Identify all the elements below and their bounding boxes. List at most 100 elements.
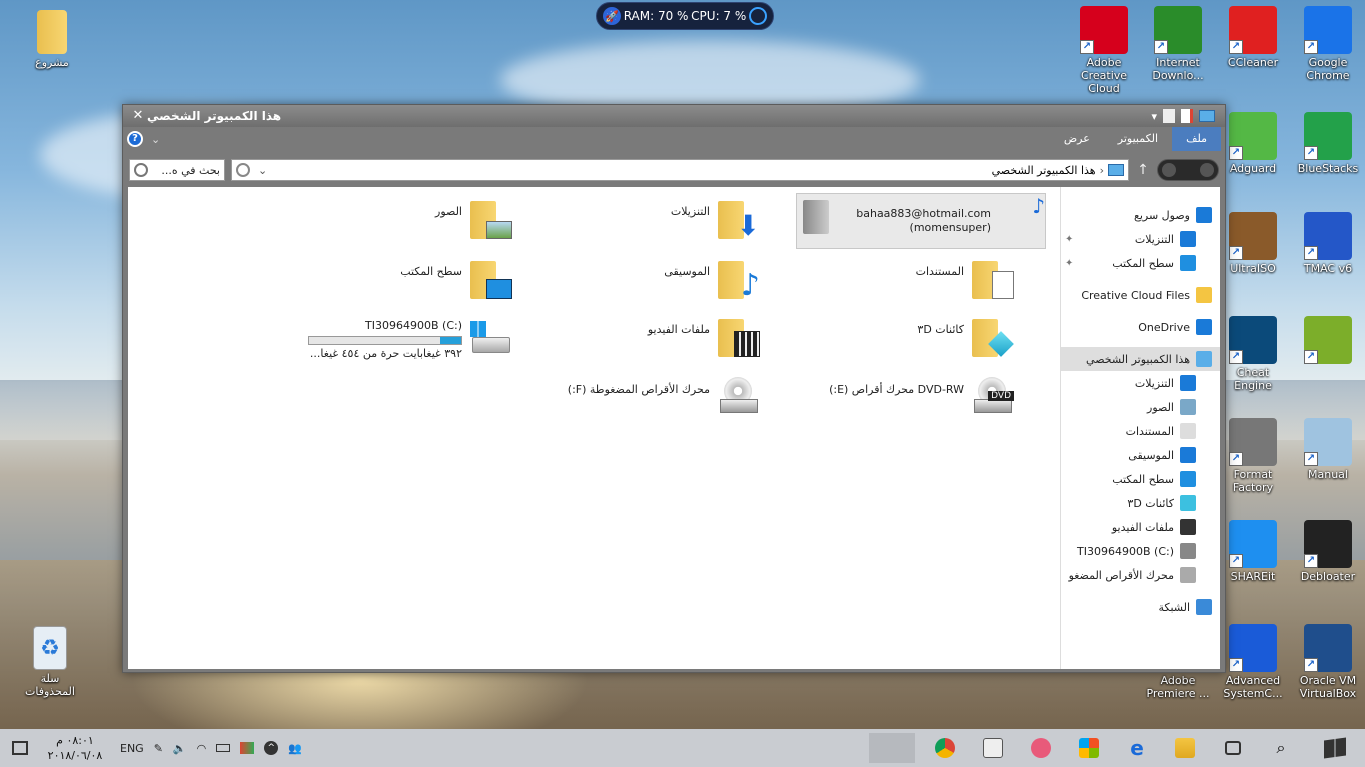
- desktop-shortcut-bluestacks[interactable]: ↗ BlueStacks: [1292, 112, 1364, 175]
- address-bar[interactable]: ⌄ ‹ هذا الكمبيوتر الشخصي: [231, 159, 1129, 181]
- nav-item-13[interactable]: TI30964900B (C:): [1061, 539, 1220, 563]
- folder-music[interactable]: ♪ الموسيقى: [664, 257, 760, 311]
- desktop-icon-recycle-bin[interactable]: ♻ سلة المحذوفات: [14, 626, 86, 698]
- back-icon[interactable]: [1200, 163, 1214, 177]
- nav-item-11[interactable]: كائنات ٣D: [1061, 491, 1220, 515]
- new-folder-icon[interactable]: [1163, 109, 1175, 123]
- folder-downloads[interactable]: ⬇ التنزيلات: [671, 197, 760, 251]
- desktop-shortcut-advanced-systemcare[interactable]: ↗ Advanced SystemC...: [1217, 624, 1289, 700]
- nav-item-0[interactable]: وصول سريع: [1061, 203, 1220, 227]
- drive-c[interactable]: TI30964900B (C:) ٣٩٢ غيغابايت حرة من ٤٥٤…: [308, 317, 512, 373]
- user-account-card[interactable]: ♪ bahaa883@hotmail.com (momensuper): [796, 193, 1046, 249]
- tab-view[interactable]: عرض: [1050, 127, 1104, 151]
- computer-small-icon: [1199, 110, 1215, 122]
- pen-icon[interactable]: ✎: [154, 742, 163, 755]
- idm-icon: ↗: [1154, 6, 1202, 54]
- nav-item-label: المستندات: [1125, 424, 1174, 438]
- battery-icon[interactable]: [216, 744, 231, 752]
- desktop-shortcut-shareit[interactable]: ↗ SHAREit: [1217, 520, 1289, 583]
- dropdown-icon[interactable]: ▾: [1151, 110, 1157, 123]
- desktop-shortcut-adguard[interactable]: ↗ Adguard: [1217, 112, 1289, 175]
- nav-item-12[interactable]: ملفات الفيديو: [1061, 515, 1220, 539]
- nav-item-2[interactable]: سطح المكتب ✦: [1061, 251, 1220, 275]
- folder-videos[interactable]: ملفات الفيديو: [648, 315, 760, 369]
- taskbar-edge[interactable]: e: [1113, 729, 1161, 767]
- close-icon[interactable]: ✕: [129, 108, 147, 124]
- nav-item-8[interactable]: المستندات: [1061, 419, 1220, 443]
- desktop-shortcut-tmac[interactable]: ↗ TMAC v6: [1292, 212, 1364, 275]
- media-server-icon: ♪: [803, 194, 1045, 243]
- folder-3d-objects[interactable]: كائنات ٣D: [917, 315, 1014, 369]
- desktop-icon-project[interactable]: مشروع: [16, 10, 88, 69]
- clock[interactable]: ٠٨:٠١ م ٢٠١٨/٠٦/٠٨: [40, 733, 110, 763]
- address-dropdown-icon[interactable]: ⌄: [258, 164, 267, 177]
- nav-item-label: OneDrive: [1138, 320, 1190, 334]
- taskbar-task-view[interactable]: [1209, 729, 1257, 767]
- tray-app-icon[interactable]: [240, 742, 255, 754]
- volume-icon[interactable]: 🔈: [173, 742, 187, 755]
- title-bar[interactable]: ✕ هذا الكمبيوتر الشخصي ▾: [123, 105, 1225, 127]
- notification-icon[interactable]: [0, 729, 40, 767]
- nav-item-14[interactable]: محرك الأقراص المضغو: [1061, 563, 1220, 587]
- desktop-shortcut-debloater[interactable]: ↗ Debloater: [1292, 520, 1364, 583]
- nav-item-4[interactable]: OneDrive: [1061, 315, 1220, 339]
- wifi-icon[interactable]: ◠: [197, 742, 207, 755]
- language-indicator[interactable]: ENG: [120, 742, 144, 755]
- desktop-shortcut-ultraiso[interactable]: ↗ UltraISO: [1217, 212, 1289, 275]
- back-forward-buttons[interactable]: [1157, 159, 1219, 181]
- folder-desktop[interactable]: سطح المكتب: [400, 257, 512, 311]
- help-icon[interactable]: ?: [127, 131, 143, 147]
- people-icon[interactable]: 👥: [288, 742, 302, 755]
- desktop-shortcut-virtualbox[interactable]: ↗ Oracle VM VirtualBox: [1292, 624, 1364, 700]
- folder-label: الموسيقى: [664, 265, 710, 278]
- folder-pictures[interactable]: الصور: [435, 197, 512, 251]
- nav-item-5[interactable]: هذا الكمبيوتر الشخصي: [1061, 347, 1220, 371]
- expand-ribbon-icon[interactable]: ⌄: [151, 133, 160, 146]
- nav-item-9[interactable]: الموسيقى: [1061, 443, 1220, 467]
- taskbar-chrome[interactable]: [921, 729, 969, 767]
- taskbar-store[interactable]: [1065, 729, 1113, 767]
- folder-label: التنزيلات: [670, 205, 710, 218]
- dvd-badge: DVD: [988, 391, 1014, 401]
- start-button[interactable]: [1305, 729, 1365, 767]
- nav-item-10[interactable]: سطح المكتب: [1061, 467, 1220, 491]
- pin-icon[interactable]: ✦: [1065, 234, 1073, 245]
- desktop-shortcut-ccleaner[interactable]: ↗ CCleaner: [1217, 6, 1289, 69]
- pin-icon[interactable]: ✦: [1065, 258, 1073, 269]
- forward-icon[interactable]: [1162, 163, 1176, 177]
- taskbar-active-window[interactable]: [869, 733, 915, 763]
- desktop-shortcut-adobe-cc[interactable]: ↗ Adobe Creative Cloud: [1068, 6, 1140, 95]
- nav-item-6[interactable]: التنزيلات: [1061, 371, 1220, 395]
- show-hidden-icons[interactable]: ^: [264, 741, 279, 755]
- nav-item-1[interactable]: التنزيلات ✦: [1061, 227, 1220, 251]
- desktop-shortcut-chrome[interactable]: ↗ Google Chrome: [1292, 6, 1364, 82]
- nav-item-15[interactable]: الشبكة: [1061, 595, 1220, 619]
- desktop-shortcut-idm[interactable]: ↗ Internet Downlo...: [1142, 6, 1214, 82]
- desktop-shortcut-music-shortcut[interactable]: ↗: [1292, 316, 1364, 366]
- taskbar-file-explorer[interactable]: [1161, 729, 1209, 767]
- taskbar-search[interactable]: ⌕: [1257, 729, 1305, 767]
- tab-computer[interactable]: الكمبيوتر: [1104, 127, 1172, 151]
- nav-item-label: محرك الأقراص المضغو: [1068, 568, 1174, 582]
- drive-e-dvd[interactable]: DVD DVD-RW محرك أقراص (E:): [829, 375, 1014, 429]
- refresh-icon[interactable]: [236, 163, 250, 177]
- taskbar-paint[interactable]: [1017, 729, 1065, 767]
- tab-file[interactable]: ملف: [1172, 127, 1221, 151]
- breadcrumb[interactable]: ‹ هذا الكمبيوتر الشخصي: [992, 164, 1124, 177]
- desktop-icon-label: UltraISO: [1230, 262, 1276, 275]
- drive-f-cd[interactable]: محرك الأقراص المضغوطة (F:): [568, 375, 760, 429]
- mail-icon: [983, 738, 1003, 758]
- desktop-shortcut-format-factory[interactable]: ↗ Format Factory: [1217, 418, 1289, 494]
- desktop-shortcut-manual[interactable]: ↗ Manual: [1292, 418, 1364, 481]
- properties-icon[interactable]: [1181, 109, 1193, 123]
- explorer-window[interactable]: ✕ هذا الكمبيوتر الشخصي ▾ ? ⌄ ملف الكمبيو…: [122, 104, 1226, 673]
- taskbar-mail[interactable]: [969, 729, 1017, 767]
- search-input[interactable]: بحث في ه...: [129, 159, 225, 181]
- desktop-shortcut-cheat-engine[interactable]: ↗ Cheat Engine: [1217, 316, 1289, 392]
- nav-item-3[interactable]: Creative Cloud Files: [1061, 283, 1220, 307]
- system-monitor-widget[interactable]: 🚀 RAM: 70 % CPU: 7 %: [596, 2, 774, 30]
- nav-item-7[interactable]: الصور: [1061, 395, 1220, 419]
- folder-documents[interactable]: المستندات: [916, 257, 1014, 311]
- up-arrow-icon[interactable]: ↑: [1135, 162, 1151, 178]
